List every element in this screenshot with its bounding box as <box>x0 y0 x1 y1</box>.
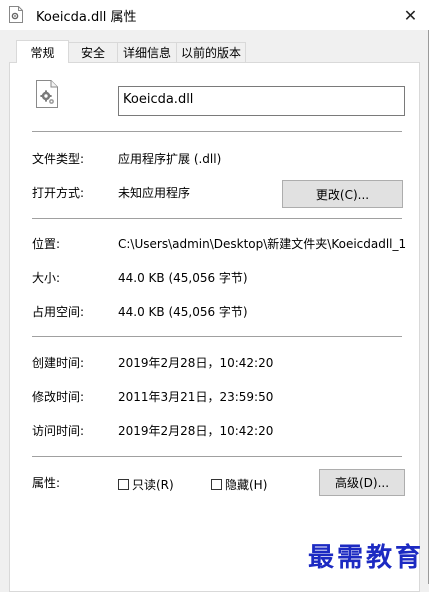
tab-previous-versions[interactable]: 以前的版本 <box>176 42 246 62</box>
close-icon: ✕ <box>403 5 418 25</box>
hidden-checkbox[interactable]: 隐藏(H) <box>211 476 267 493</box>
dll-file-gear-icon <box>9 6 23 23</box>
location-value: C:\Users\admin\Desktop\新建文件夹\Koeicdadll_… <box>118 237 407 251</box>
accessed-label: 访问时间: <box>32 424 85 438</box>
tab-panel-general <box>9 62 420 592</box>
location-label: 位置: <box>32 237 61 251</box>
size-on-disk-label: 占用空间: <box>32 305 85 319</box>
change-button[interactable]: 更改(C)... <box>282 180 403 208</box>
close-button[interactable]: ✕ <box>392 0 429 30</box>
tab-details[interactable]: 详细信息 <box>117 42 177 62</box>
modified-value: 2011年3月21日，23:59:50 <box>118 390 274 404</box>
file-name-value: Koeicda.dll <box>123 92 194 107</box>
dll-file-gear-icon <box>36 80 58 108</box>
readonly-checkbox[interactable]: 只读(R) <box>118 476 174 493</box>
separator <box>32 456 402 457</box>
separator <box>32 218 402 219</box>
separator <box>32 131 402 132</box>
readonly-label: 只读(R) <box>132 478 174 492</box>
change-button-label: 更改(C)... <box>315 187 370 202</box>
tab-label: 常规 <box>30 45 55 60</box>
opens-with-value: 未知应用程序 <box>118 186 191 200</box>
attributes-label: 属性: <box>32 476 61 490</box>
tab-label: 详细信息 <box>122 46 171 60</box>
watermark-logo: 最需教育 <box>308 543 425 573</box>
hidden-label: 隐藏(H) <box>225 478 268 492</box>
file-name-field[interactable]: Koeicda.dll <box>118 86 405 116</box>
advanced-button[interactable]: 高级(D)... <box>319 469 405 496</box>
file-type-value: 应用程序扩展 (.dll) <box>118 152 222 166</box>
created-label: 创建时间: <box>32 356 85 370</box>
properties-window: Koeicda.dll 属性 ✕ 常规 安全 详细信息 以前的版本 Koeicd… <box>0 0 429 592</box>
window-title: Koeicda.dll 属性 <box>36 10 137 25</box>
checkbox-box[interactable] <box>211 479 222 490</box>
tab-general[interactable]: 常规 <box>16 40 69 63</box>
accessed-value: 2019年2月28日，10:42:20 <box>118 424 274 438</box>
tab-label: 以前的版本 <box>180 46 241 60</box>
title-bar[interactable]: Koeicda.dll 属性 ✕ <box>0 0 429 30</box>
created-value: 2019年2月28日，10:42:20 <box>118 356 274 370</box>
modified-label: 修改时间: <box>32 390 85 404</box>
tab-label: 安全 <box>80 46 105 60</box>
tab-security[interactable]: 安全 <box>68 42 118 62</box>
separator <box>32 336 402 337</box>
size-on-disk-value: 44.0 KB (45,056 字节) <box>118 305 248 319</box>
size-label: 大小: <box>32 271 61 285</box>
opens-with-label: 打开方式: <box>32 186 85 200</box>
file-type-label: 文件类型: <box>32 152 85 166</box>
size-value: 44.0 KB (45,056 字节) <box>118 271 248 285</box>
advanced-button-label: 高级(D)... <box>334 476 390 490</box>
checkbox-box[interactable] <box>118 479 129 490</box>
